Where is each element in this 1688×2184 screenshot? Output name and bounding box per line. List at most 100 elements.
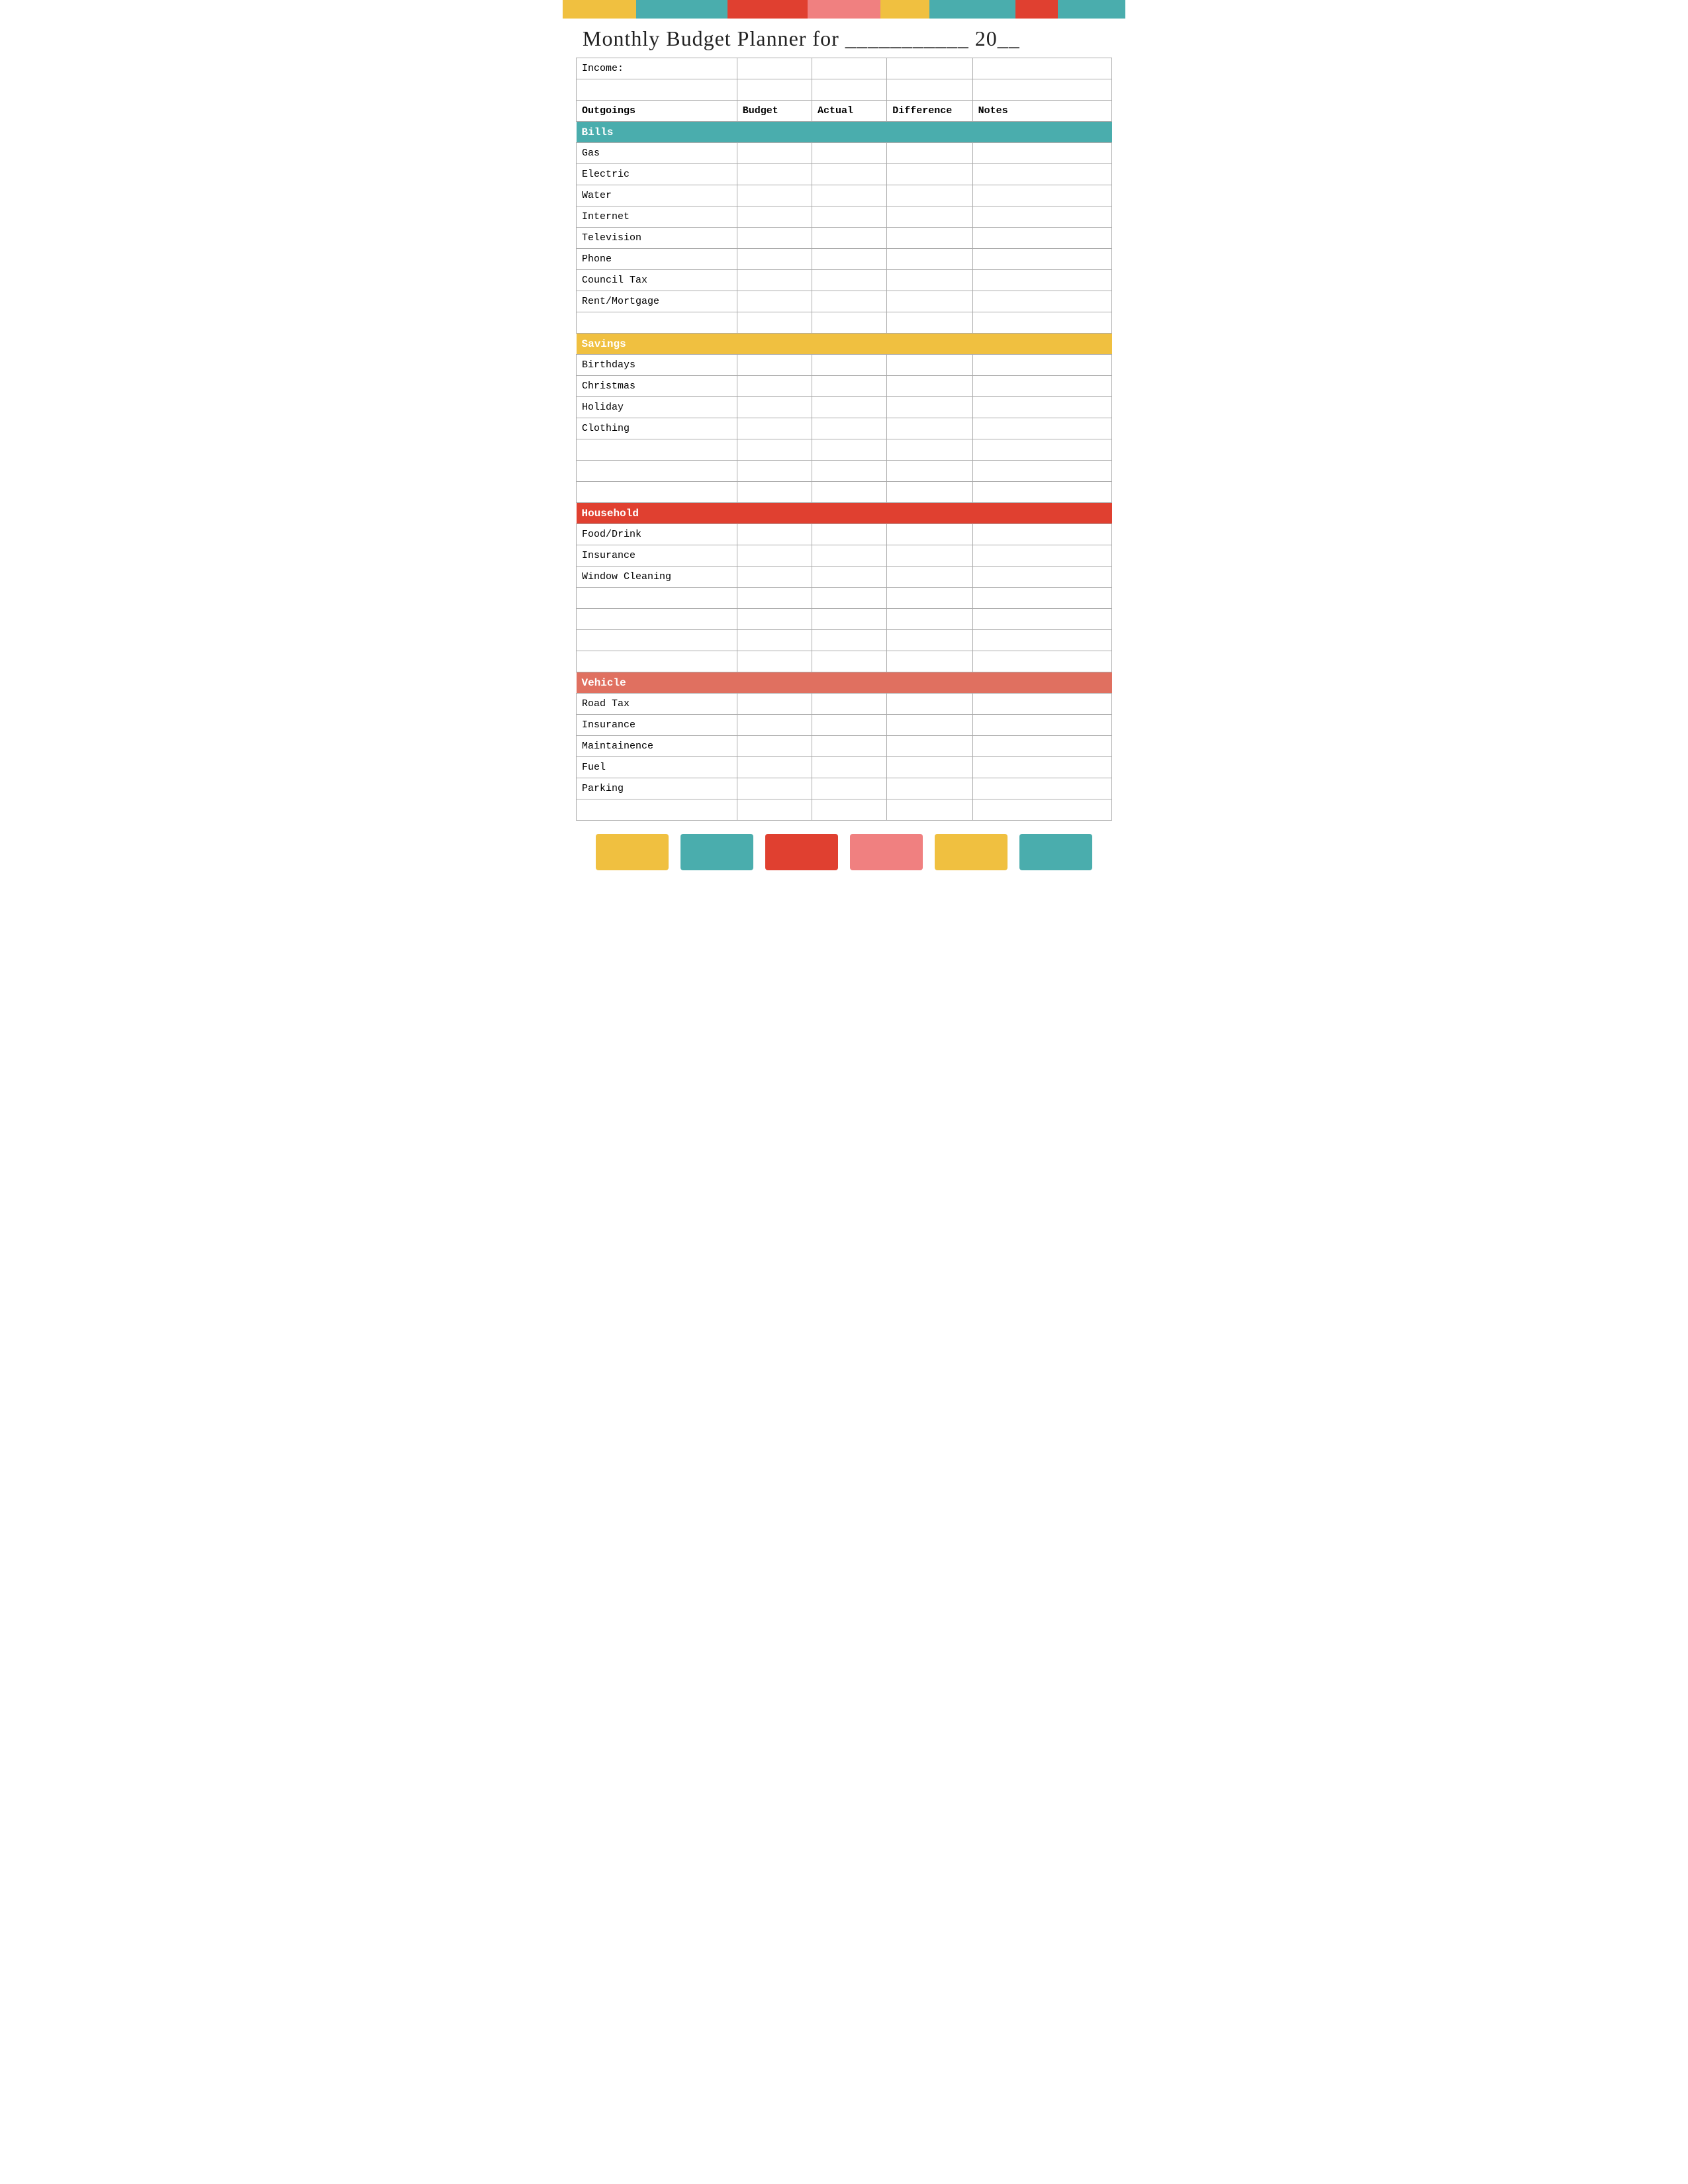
table-cell: Actual — [812, 101, 886, 122]
table-cell — [887, 376, 972, 397]
table-row: Insurance — [577, 545, 1112, 567]
table-cell — [972, 164, 1111, 185]
table-cell — [887, 185, 972, 206]
table-cell — [737, 355, 812, 376]
table-cell — [812, 567, 886, 588]
table-cell — [577, 79, 737, 101]
table-row: Parking — [577, 778, 1112, 799]
table-cell — [812, 439, 886, 461]
top-bar-segment — [563, 0, 636, 19]
table-cell — [887, 609, 972, 630]
table-cell: Window Cleaning — [577, 567, 737, 588]
table-cell — [812, 376, 886, 397]
table-cell — [812, 461, 886, 482]
table-cell — [577, 799, 737, 821]
table-cell — [812, 694, 886, 715]
table-cell: Parking — [577, 778, 737, 799]
table-cell — [972, 567, 1111, 588]
table-cell — [887, 651, 972, 672]
table-cell — [737, 312, 812, 334]
table-cell — [812, 228, 886, 249]
table-cell — [577, 461, 737, 482]
table-row — [577, 630, 1112, 651]
table-cell — [972, 418, 1111, 439]
table-row — [577, 651, 1112, 672]
table-cell — [972, 355, 1111, 376]
table-cell — [812, 58, 886, 79]
table-cell — [577, 312, 737, 334]
table-cell — [972, 143, 1111, 164]
top-bar-segment — [929, 0, 1015, 19]
table-row: Insurance — [577, 715, 1112, 736]
table-cell: Difference — [887, 101, 972, 122]
table-cell — [737, 630, 812, 651]
table-cell — [812, 143, 886, 164]
table-cell — [737, 694, 812, 715]
section-header-cell: Bills — [577, 122, 1112, 143]
bottom-bar-rect — [935, 834, 1008, 870]
table-cell: Birthdays — [577, 355, 737, 376]
table-cell — [737, 376, 812, 397]
table-cell — [887, 694, 972, 715]
table-cell — [972, 58, 1111, 79]
table-cell — [972, 376, 1111, 397]
table-cell — [577, 609, 737, 630]
table-cell: Income: — [577, 58, 737, 79]
table-cell — [812, 715, 886, 736]
table-cell — [737, 545, 812, 567]
table-row: Maintainence — [577, 736, 1112, 757]
page: Monthly Budget Planner for ___________ 2… — [563, 0, 1125, 870]
table-row: Holiday — [577, 397, 1112, 418]
table-row — [577, 609, 1112, 630]
table-row: Gas — [577, 143, 1112, 164]
bottom-bar-rect — [680, 834, 753, 870]
table-cell — [887, 206, 972, 228]
table-cell — [972, 630, 1111, 651]
table-cell — [972, 312, 1111, 334]
table-cell — [737, 397, 812, 418]
table-cell — [812, 291, 886, 312]
table-cell — [972, 799, 1111, 821]
table-cell — [812, 799, 886, 821]
table-cell — [737, 778, 812, 799]
table-cell — [737, 228, 812, 249]
table-cell — [737, 482, 812, 503]
table-cell: Television — [577, 228, 737, 249]
table-cell — [812, 312, 886, 334]
table-cell — [972, 291, 1111, 312]
table-cell — [812, 524, 886, 545]
table-row: Birthdays — [577, 355, 1112, 376]
bottom-bar-rect — [596, 834, 669, 870]
table-cell — [577, 482, 737, 503]
table-cell: Insurance — [577, 545, 737, 567]
table-cell — [577, 588, 737, 609]
top-color-bar — [563, 0, 1125, 19]
top-bar-segment — [1015, 0, 1058, 19]
table-row: Phone — [577, 249, 1112, 270]
table-cell: Food/Drink — [577, 524, 737, 545]
table-row: Television — [577, 228, 1112, 249]
table-cell — [887, 418, 972, 439]
table-cell — [737, 206, 812, 228]
table-cell: Council Tax — [577, 270, 737, 291]
table-cell — [812, 206, 886, 228]
table-cell — [972, 736, 1111, 757]
table-cell — [812, 249, 886, 270]
table-cell — [737, 588, 812, 609]
table-cell — [812, 630, 886, 651]
table-cell — [887, 799, 972, 821]
table-cell — [812, 609, 886, 630]
page-title: Monthly Budget Planner for ___________ 2… — [583, 26, 1020, 50]
table-cell — [812, 736, 886, 757]
table-cell — [887, 524, 972, 545]
table-cell — [737, 799, 812, 821]
table-cell — [737, 651, 812, 672]
table-cell — [737, 461, 812, 482]
table-cell — [812, 418, 886, 439]
table-cell — [887, 249, 972, 270]
table-cell: Gas — [577, 143, 737, 164]
table-cell — [737, 270, 812, 291]
table-cell — [887, 757, 972, 778]
table-cell — [577, 439, 737, 461]
table-cell — [887, 545, 972, 567]
